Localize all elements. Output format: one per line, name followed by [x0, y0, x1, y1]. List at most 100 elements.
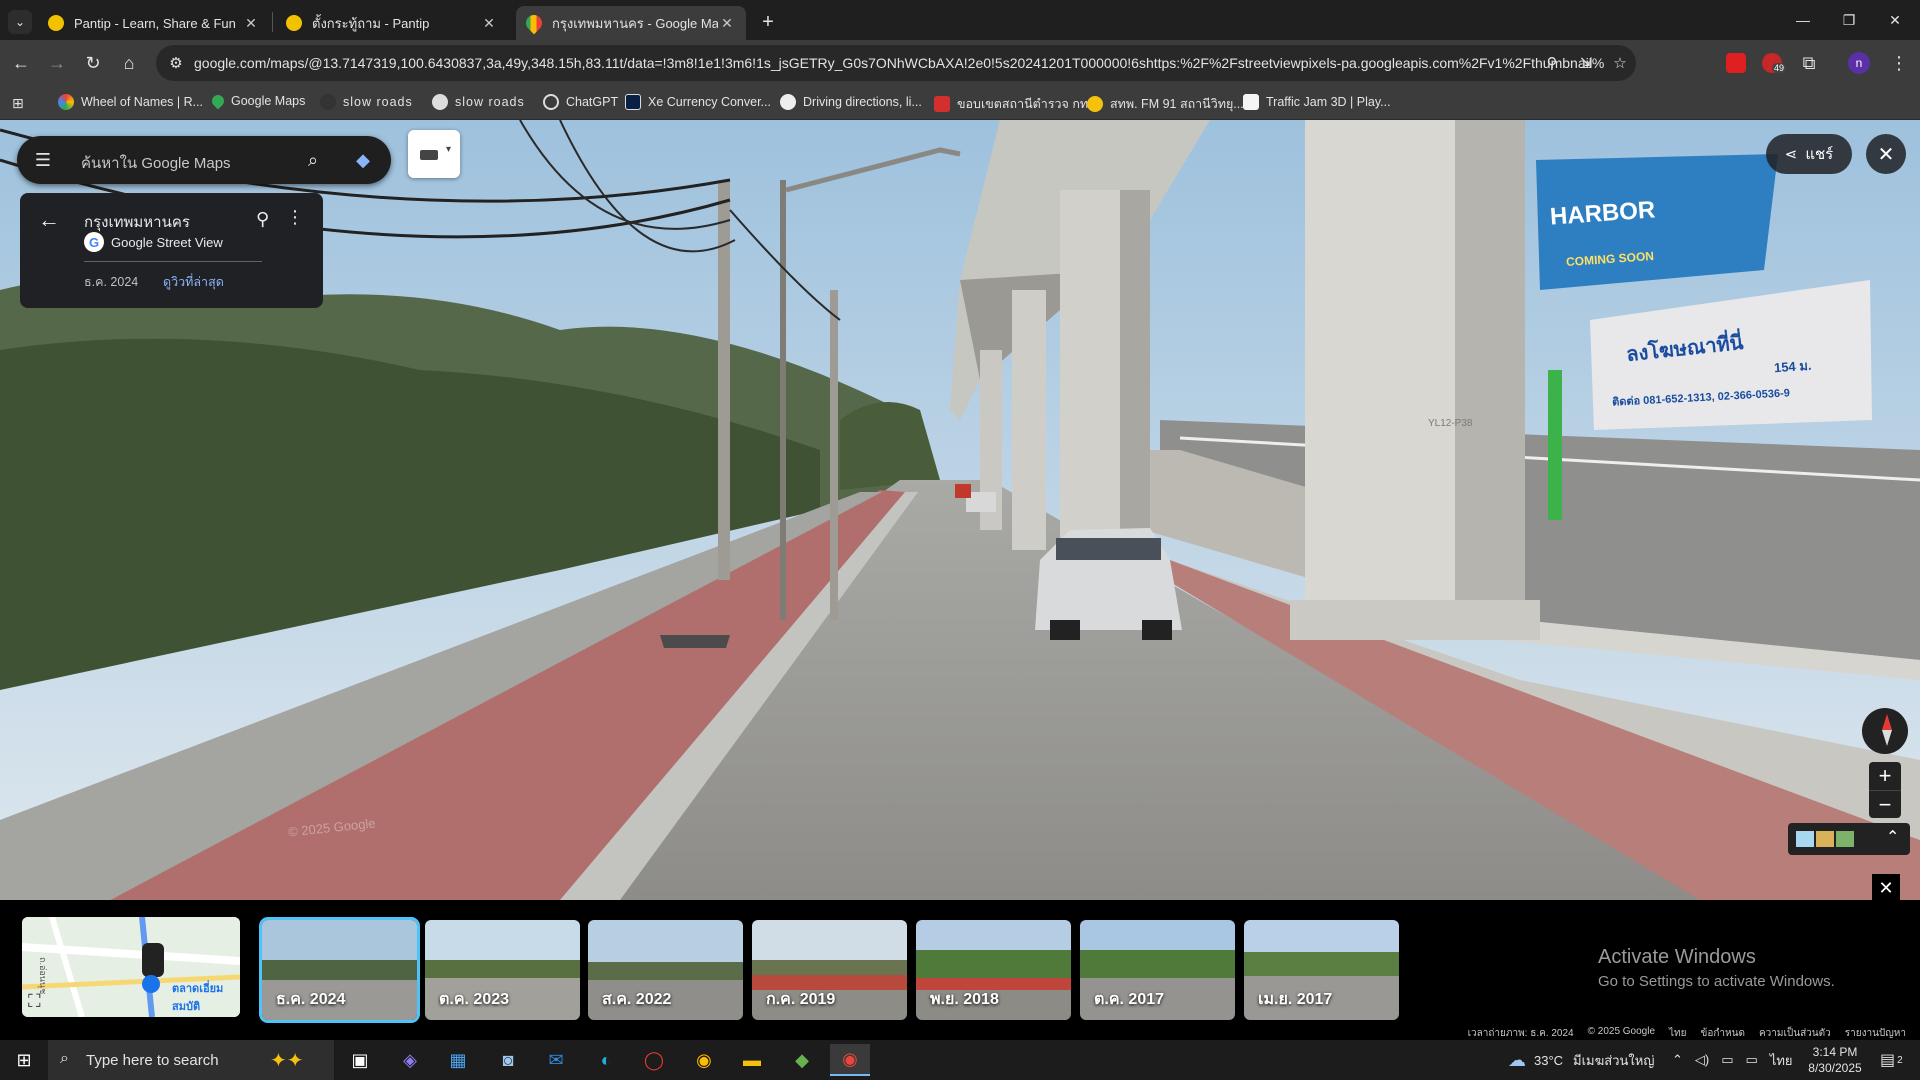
- extension-red-icon[interactable]: [1726, 53, 1746, 73]
- compass-control[interactable]: [1862, 708, 1908, 754]
- bookmark-fm91[interactable]: สทพ. FM 91 สถานีวิทยุ...: [1087, 94, 1244, 114]
- keyboard-shortcuts-button[interactable]: ▾: [408, 130, 460, 178]
- tab-search-icon[interactable]: ⌄: [8, 10, 32, 34]
- bookmark-xe[interactable]: Xe Currency Conver...: [625, 94, 771, 110]
- chrome-profile-active-icon[interactable]: ◉: [830, 1044, 870, 1076]
- more-options-icon[interactable]: ⋮: [286, 207, 304, 228]
- copilot-app-icon[interactable]: ◈: [390, 1044, 430, 1076]
- close-timeline-button[interactable]: ✕: [1872, 874, 1900, 902]
- footer-language-link[interactable]: ไทย: [1669, 1026, 1686, 1040]
- site-info-icon[interactable]: ⚙: [166, 53, 186, 73]
- layers-control[interactable]: ⌃: [1788, 823, 1910, 855]
- minecraft-icon[interactable]: ◆: [782, 1044, 822, 1076]
- tab-google-maps[interactable]: กรุงเทพมหานคร - Google Maps ✕: [516, 6, 746, 40]
- start-windows-icon[interactable]: ⊞: [4, 1044, 44, 1076]
- street-view-info-card: ← กรุงเทพมหานคร ⚲ ⋮ G Google Street View…: [20, 193, 323, 308]
- timeline-thumb-2019-07[interactable]: ก.ค. 2019: [752, 920, 907, 1020]
- bookmark-wheel-of-names[interactable]: Wheel of Names | R...: [58, 94, 203, 110]
- timeline-thumb-2017-10[interactable]: ต.ค. 2017: [1080, 920, 1235, 1020]
- directions-icon[interactable]: ◆: [351, 148, 375, 172]
- bookmark-chatgpt[interactable]: ChatGPT: [543, 94, 618, 110]
- restore-icon[interactable]: ❐: [1826, 0, 1872, 40]
- footer-privacy-link[interactable]: ความเป็นส่วนตัว: [1759, 1026, 1831, 1040]
- fm91-icon: [1087, 96, 1103, 112]
- chrome-icon[interactable]: ◉: [684, 1044, 724, 1076]
- compass-north-icon: [1882, 714, 1892, 730]
- location-pin-icon[interactable]: ⚲: [256, 209, 269, 230]
- edge-icon[interactable]: ◐: [586, 1044, 626, 1076]
- divider: [84, 261, 262, 262]
- network-icon[interactable]: ▭: [1746, 1052, 1758, 1068]
- timeline-thumb-2017-04[interactable]: เม.ย. 2017: [1244, 920, 1399, 1020]
- weather-temp: 33°C: [1534, 1052, 1564, 1068]
- taskbar-clock[interactable]: 3:14 PM 8/30/2025: [1800, 1044, 1870, 1076]
- reload-icon[interactable]: ↻: [78, 48, 108, 78]
- input-language[interactable]: ไทย: [1770, 1050, 1793, 1071]
- timeline-thumb-2023-10[interactable]: ต.ค. 2023: [425, 920, 580, 1020]
- back-icon[interactable]: ←: [6, 48, 36, 78]
- extension-badge-count: 49: [1772, 63, 1787, 73]
- tab-close-icon[interactable]: ✕: [718, 14, 736, 32]
- bookmark-traffic-jam[interactable]: Traffic Jam 3D | Play...: [1243, 94, 1391, 110]
- activate-subtitle: Go to Settings to activate Windows.: [1598, 973, 1835, 990]
- tab-pantip-post[interactable]: ตั้งกระทู้ถาม - Pantip ✕: [276, 6, 508, 40]
- store-icon[interactable]: ▦: [438, 1044, 478, 1076]
- tab-close-icon[interactable]: ✕: [480, 14, 498, 32]
- taskbar-search-box[interactable]: ⌕ Type here to search ✦✦: [48, 1040, 334, 1080]
- back-arrow-icon[interactable]: ←: [38, 207, 60, 233]
- install-app-icon[interactable]: ⇲: [1576, 53, 1596, 73]
- layer-map-icon: [1796, 831, 1814, 847]
- bookmark-driving-directions[interactable]: Driving directions, li...: [780, 94, 922, 110]
- file-explorer-icon[interactable]: ▬: [732, 1044, 772, 1076]
- bookmark-star-icon[interactable]: ☆: [1610, 53, 1630, 73]
- profile-avatar[interactable]: n: [1848, 52, 1870, 74]
- menu-kebab-icon[interactable]: ⋮: [1884, 48, 1914, 78]
- footer-report-link[interactable]: รายงานปัญหา: [1845, 1026, 1906, 1040]
- timeline-thumb-2018-11[interactable]: พ.ย. 2018: [916, 920, 1071, 1020]
- forward-icon[interactable]: →: [42, 48, 72, 78]
- notification-center[interactable]: ▤ 2: [1880, 1040, 1903, 1080]
- weather-widget[interactable]: ☁ 33°C มีเมฆส่วนใหญ่: [1508, 1040, 1654, 1080]
- task-view-icon[interactable]: ▣: [340, 1044, 380, 1076]
- driving-icon: [780, 94, 796, 110]
- footer-terms-link[interactable]: ข้อกำหนด: [1701, 1026, 1745, 1040]
- maps-pin-icon: [209, 92, 227, 110]
- mail-icon[interactable]: ✉: [536, 1044, 576, 1076]
- extensions-puzzle-icon[interactable]: ⧉: [1794, 48, 1824, 78]
- location-icon[interactable]: ⚲: [1542, 53, 1562, 73]
- clock-time: 3:14 PM: [1812, 1045, 1858, 1059]
- maps-search-box[interactable]: ☰ ค้นหาใน Google Maps ⌕ ◆: [17, 136, 391, 184]
- mini-map[interactable]: ตลาดเอี่ยมสมบัติ ถ.อ่อนนุช ⛶: [22, 917, 240, 1017]
- new-tab-icon[interactable]: +: [756, 10, 780, 34]
- hamburger-menu-icon[interactable]: ☰: [31, 148, 55, 172]
- apps-grid-icon[interactable]: ⊞: [12, 95, 28, 111]
- maps-favicon-icon: [522, 11, 546, 35]
- camera-icon[interactable]: ◙: [488, 1044, 528, 1076]
- address-bar[interactable]: ⚙ google.com/maps/@13.7147319,100.643083…: [156, 45, 1636, 81]
- bookmark-police-station[interactable]: ขอบเขตสถานีตำรวจ กท...: [934, 94, 1099, 114]
- zoom-in-button[interactable]: +: [1869, 762, 1901, 790]
- close-street-view-button[interactable]: ✕: [1866, 134, 1906, 174]
- zoom-out-button[interactable]: −: [1869, 790, 1901, 818]
- see-latest-link[interactable]: ดูวิวที่ล่าสุด: [163, 272, 224, 292]
- fullscreen-icon[interactable]: ⛶: [28, 991, 41, 1012]
- minimize-icon[interactable]: —: [1780, 0, 1826, 40]
- search-icon[interactable]: ⌕: [301, 148, 325, 172]
- opera-icon[interactable]: ◯: [634, 1044, 674, 1076]
- tab-close-icon[interactable]: ✕: [242, 14, 260, 32]
- thumb-date: ก.ค. 2019: [766, 991, 836, 1008]
- timeline-thumb-2022-08[interactable]: ส.ค. 2022: [588, 920, 743, 1020]
- bookmark-google-maps[interactable]: Google Maps: [209, 92, 305, 110]
- share-button[interactable]: ⋖ แชร์: [1766, 134, 1852, 174]
- window-close-icon[interactable]: ✕: [1872, 0, 1918, 40]
- timeline-thumb-2024-12[interactable]: ธ.ค. 2024: [259, 917, 420, 1023]
- volume-icon[interactable]: ◁): [1695, 1052, 1709, 1068]
- tab-pantip-home[interactable]: Pantip - Learn, Share & Fun ✕: [38, 6, 270, 40]
- bookmark-slow-roads-1[interactable]: slow roads: [320, 94, 413, 110]
- home-icon[interactable]: ⌂: [114, 48, 144, 78]
- expand-chevron-icon: ⌃: [1886, 829, 1900, 846]
- meet-icon[interactable]: ▭: [1721, 1052, 1733, 1068]
- extension-badge-icon[interactable]: 49: [1762, 53, 1787, 73]
- tray-chevron-icon[interactable]: ⌃: [1672, 1052, 1683, 1068]
- bookmark-slow-roads-2[interactable]: slow roads: [432, 94, 525, 110]
